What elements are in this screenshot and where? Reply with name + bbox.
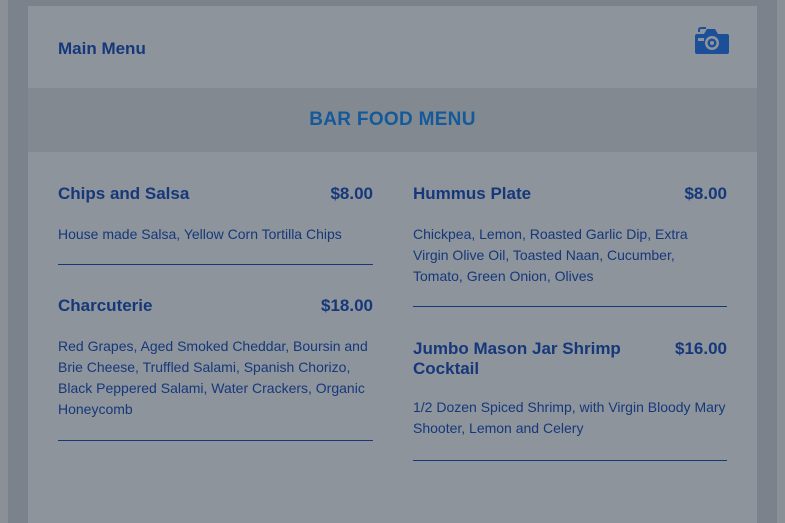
- menu-item-price: $8.00: [330, 184, 373, 203]
- menu-panel: Main Menu BAR FOOD MENU Chips and Salsa …: [28, 6, 757, 523]
- menu-item-price: $8.00: [684, 184, 727, 203]
- menu-item: Charcuterie $18.00 Red Grapes, Aged Smok…: [58, 265, 373, 441]
- menu-item-description: 1/2 Dozen Spiced Shrimp, with Virgin Blo…: [413, 399, 726, 436]
- menu-banner: BAR FOOD MENU: [28, 88, 757, 152]
- page-edge-right: [777, 0, 785, 523]
- main-menu-link[interactable]: Main Menu: [58, 39, 146, 59]
- menu-item-name: Hummus Plate: [413, 184, 532, 203]
- menu-item-header: Hummus Plate $8.00: [413, 184, 727, 204]
- menu-item: Hummus Plate $8.00 Chickpea, Lemon, Roas…: [413, 152, 727, 307]
- menu-column-left: Chips and Salsa $8.00 House made Salsa, …: [58, 152, 373, 441]
- menu-item-name: Chips and Salsa: [58, 184, 190, 203]
- menu-item-description: House made Salsa, Yellow Corn Tortilla C…: [58, 226, 342, 242]
- menu-item-price: $18.00: [321, 296, 373, 315]
- menu-item: Jumbo Mason Jar Shrimp Cocktail $16.00 1…: [413, 307, 727, 461]
- menu-title: BAR FOOD MENU: [309, 109, 476, 130]
- camera-icon[interactable]: [694, 26, 730, 56]
- menu-item-header: Chips and Salsa $8.00: [58, 184, 373, 204]
- menu-item-price: $16.00: [675, 339, 727, 358]
- menu-item: Chips and Salsa $8.00 House made Salsa, …: [58, 152, 373, 265]
- menu-item-header: Charcuterie $18.00: [58, 296, 373, 316]
- menu-item-name: Jumbo Mason Jar Shrimp Cocktail: [413, 339, 621, 378]
- page-edge-left: [0, 0, 8, 523]
- menu-item-header: Jumbo Mason Jar Shrimp Cocktail $16.00: [413, 339, 727, 379]
- menu-item-description: Red Grapes, Aged Smoked Cheddar, Boursin…: [58, 338, 368, 417]
- menu-item-description: Chickpea, Lemon, Roasted Garlic Dip, Ext…: [413, 226, 688, 284]
- menu-column-right: Hummus Plate $8.00 Chickpea, Lemon, Roas…: [413, 152, 727, 461]
- top-bar: Main Menu: [28, 6, 757, 88]
